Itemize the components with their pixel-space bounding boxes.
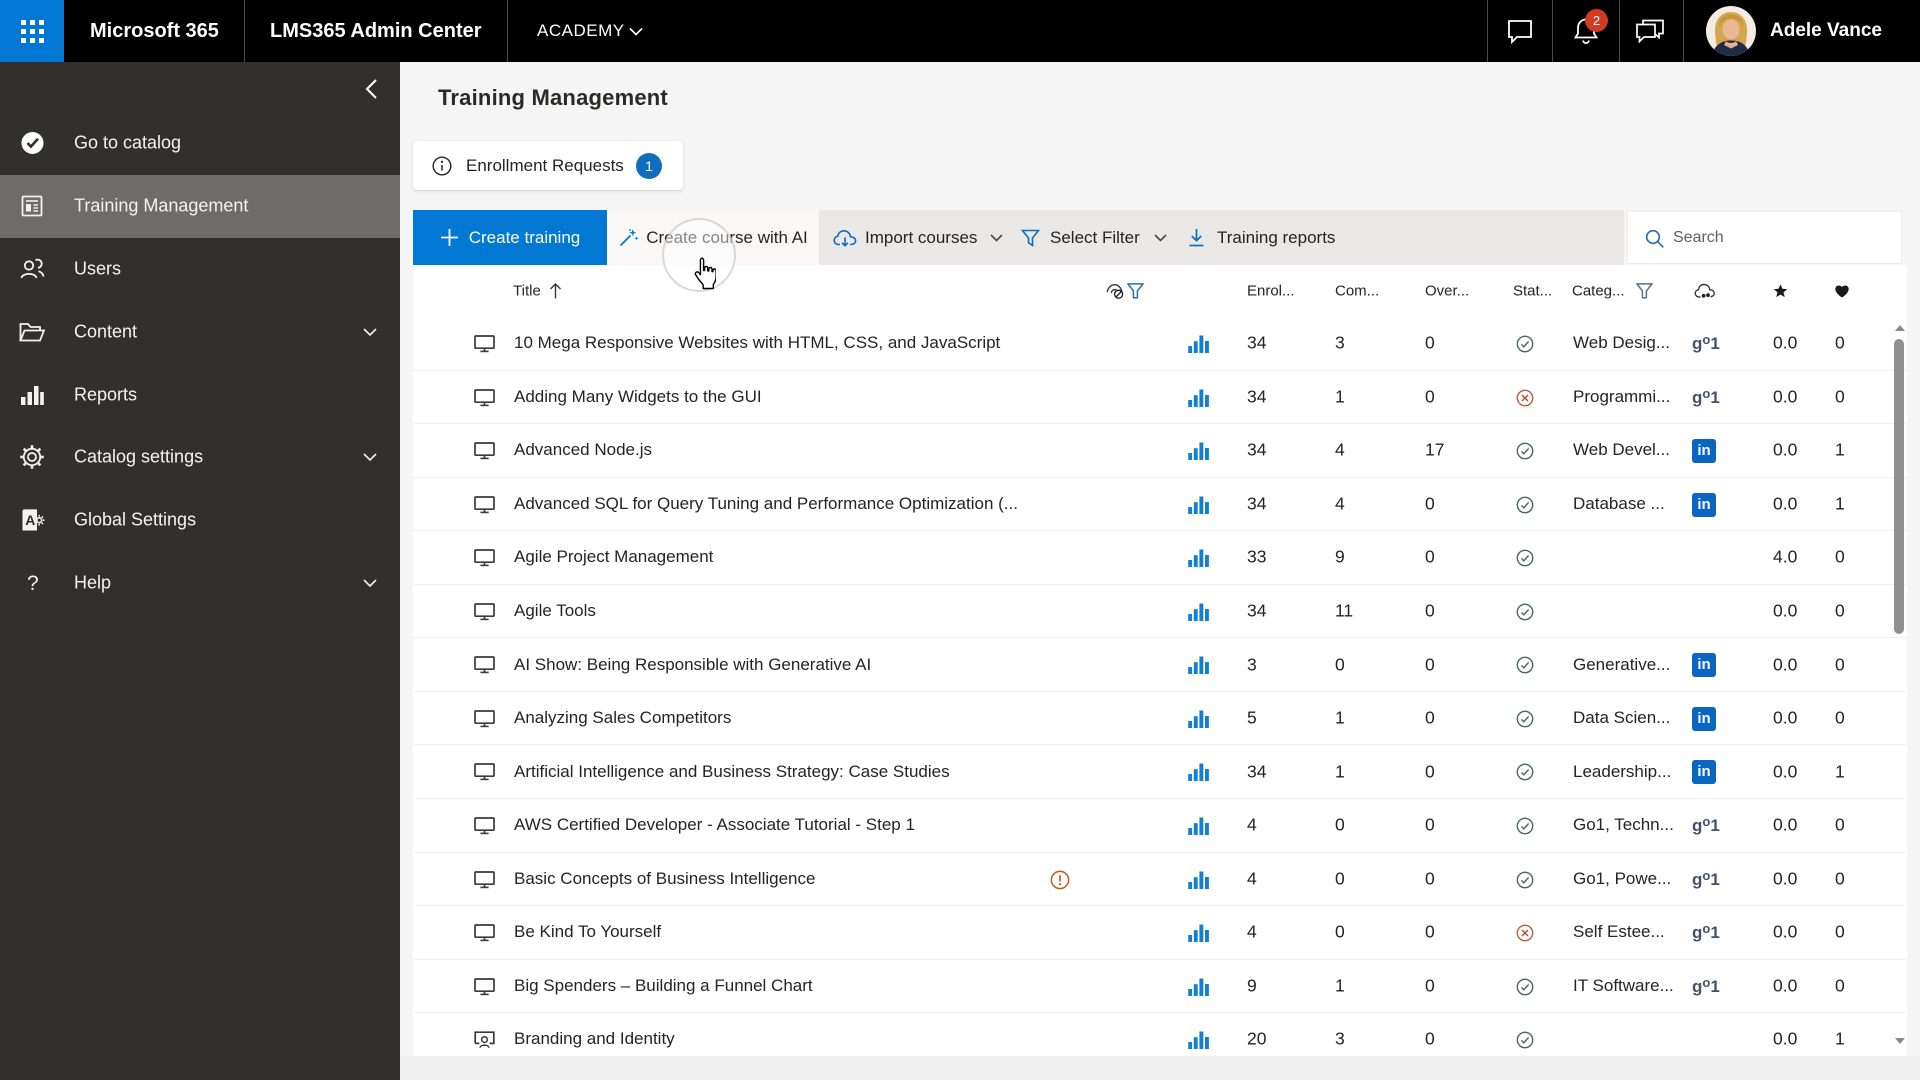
svg-text:A: A bbox=[25, 512, 35, 528]
svg-text:?: ? bbox=[27, 572, 39, 595]
